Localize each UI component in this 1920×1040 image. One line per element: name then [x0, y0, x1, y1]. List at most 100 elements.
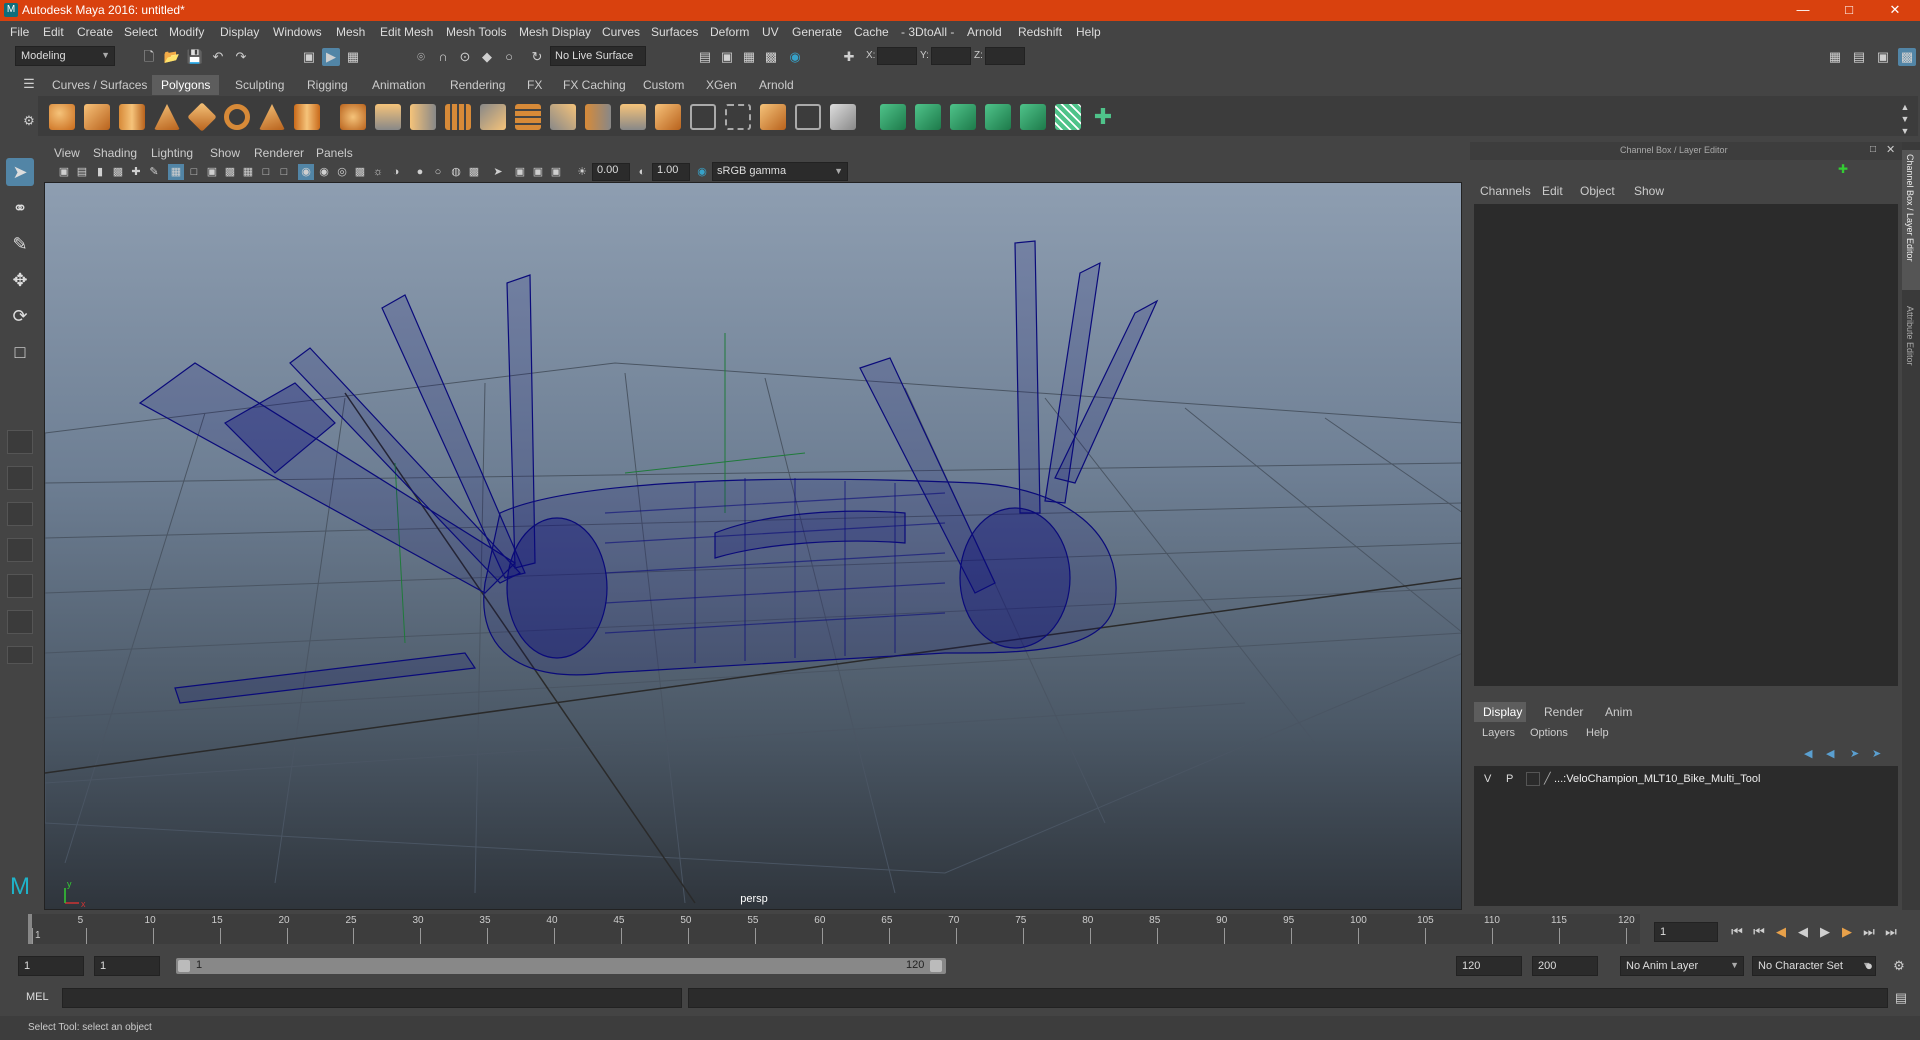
ipr-render-icon[interactable]: ▦ — [740, 48, 758, 66]
auto-key-icon[interactable]: ● — [1860, 957, 1878, 975]
tab-xgen[interactable]: XGen — [697, 75, 746, 95]
uv-unfold-icon[interactable] — [1020, 104, 1046, 130]
menu-modify[interactable]: Modify — [169, 25, 204, 39]
viewport-menu-shading[interactable]: Shading — [93, 146, 137, 160]
gamma-field[interactable]: 1.00 — [652, 163, 690, 181]
tab-curves-surfaces[interactable]: Curves / Surfaces — [43, 75, 156, 95]
layer-color-swatch[interactable] — [1526, 772, 1540, 786]
range-slider[interactable]: 1 120 — [176, 958, 946, 974]
combine-icon[interactable] — [340, 104, 366, 130]
modeling-toolkit-icon[interactable]: ▦ — [1826, 48, 1844, 66]
tab-custom[interactable]: Custom — [634, 75, 693, 95]
collapse-icon[interactable] — [795, 104, 821, 130]
poly-torus-icon[interactable] — [224, 104, 250, 130]
shelf-options-icon[interactable]: ⚙ — [20, 112, 38, 130]
bookmark-icon[interactable]: ▮ — [92, 164, 108, 180]
snap-grid-icon[interactable]: ⌾ — [412, 48, 430, 66]
fill-hole-icon[interactable] — [690, 104, 716, 130]
boolean-icon[interactable] — [445, 104, 471, 130]
shadows-icon[interactable]: ◑ — [388, 164, 404, 180]
go-to-start-icon[interactable]: ⏮ — [1728, 923, 1746, 941]
snap-live-icon[interactable]: ○ — [500, 48, 518, 66]
shelf-menu-icon[interactable]: ☰ — [20, 75, 38, 93]
graph-editor-layout-icon[interactable] — [7, 574, 33, 598]
field-chart-icon[interactable]: ▦ — [240, 164, 256, 180]
show-menu[interactable]: Show — [1634, 184, 1664, 198]
channel-list[interactable] — [1474, 204, 1898, 686]
command-language-label[interactable]: MEL — [26, 991, 49, 1003]
animation-end-field[interactable]: 200 — [1532, 956, 1598, 976]
uv-cylindrical-icon[interactable] — [915, 104, 941, 130]
menu-generate[interactable]: Generate — [792, 25, 842, 39]
layer-visibility-toggle[interactable]: V — [1484, 773, 1491, 785]
single-view-layout-icon[interactable] — [7, 430, 33, 454]
gamma-icon[interactable]: ◐ — [634, 164, 650, 180]
poly-cylinder-icon[interactable] — [119, 104, 145, 130]
z-field[interactable] — [985, 47, 1025, 65]
viewport-menu-renderer[interactable]: Renderer — [254, 146, 304, 160]
tab-fx[interactable]: FX — [518, 75, 551, 95]
lasso-tool-icon[interactable]: ⚭ — [6, 194, 34, 222]
menu-file[interactable]: File — [10, 25, 29, 39]
gate-mask-icon[interactable]: ▩ — [222, 164, 238, 180]
grease-pencil-icon[interactable]: ✎ — [146, 164, 162, 180]
scale-tool-icon[interactable]: □ — [6, 338, 34, 366]
hypershade-icon[interactable]: ◉ — [786, 48, 804, 66]
character-set-dropdown[interactable]: No Character Set ▼ — [1752, 956, 1876, 976]
y-field[interactable] — [931, 47, 971, 65]
layer-name[interactable]: ...:VeloChampion_MLT10_Bike_Multi_Tool — [1554, 773, 1760, 785]
x-field[interactable] — [877, 47, 917, 65]
layer-row[interactable]: V P ╱ ...:VeloChampion_MLT10_Bike_Multi_… — [1474, 770, 1898, 788]
snap-curve-icon[interactable]: ∩ — [434, 48, 452, 66]
attribute-editor-icon[interactable]: ▤ — [1850, 48, 1868, 66]
menu-edit-mesh[interactable]: Edit Mesh — [380, 25, 433, 39]
menu-windows[interactable]: Windows — [273, 25, 322, 39]
viewport-menu-lighting[interactable]: Lighting — [151, 146, 193, 160]
color-management-icon[interactable]: ◉ — [694, 164, 710, 180]
side-tab-attribute-editor[interactable]: Attribute Editor — [1902, 302, 1920, 402]
menu-cache[interactable]: Cache — [854, 25, 889, 39]
tab-anim[interactable]: Anim — [1605, 705, 1632, 719]
range-end-handle[interactable] — [930, 960, 942, 972]
shelf-scroll-down-icon[interactable]: ▼ — [1896, 122, 1914, 140]
go-to-end-icon[interactable]: ⏭ — [1882, 923, 1900, 941]
render-settings-icon[interactable]: ▩ — [762, 48, 780, 66]
viewport-menu-show[interactable]: Show — [210, 146, 240, 160]
two-view-layout-icon[interactable] — [7, 502, 33, 526]
paint-select-icon[interactable]: ✎ — [6, 230, 34, 258]
tab-display[interactable]: Display — [1474, 702, 1526, 722]
rotate-tool-icon[interactable]: ⟳ — [6, 302, 34, 330]
hypershade-layout-icon[interactable] — [7, 610, 33, 634]
isolate-select-icon[interactable]: ➤ — [490, 164, 506, 180]
multi-cut-icon[interactable] — [550, 104, 576, 130]
channel-box-icon[interactable]: ▩ — [1898, 48, 1916, 66]
tool-settings-icon[interactable]: ▣ — [1874, 48, 1892, 66]
poly-sphere-icon[interactable] — [49, 104, 75, 130]
smooth-shade-icon[interactable]: ◉ — [316, 164, 332, 180]
maximize-button[interactable]: □ — [1826, 0, 1872, 21]
play-backward-icon[interactable]: ◀ — [1794, 923, 1812, 941]
exposure-icon[interactable]: ☀ — [574, 164, 590, 180]
select-tool-icon[interactable]: ➤ — [6, 158, 34, 186]
offset-edge-loop-icon[interactable] — [620, 104, 646, 130]
layer-playback-toggle[interactable]: P — [1506, 773, 1513, 785]
channels-menu[interactable]: Channels — [1480, 184, 1531, 198]
uv-editor-icon[interactable]: ✚ — [1090, 104, 1116, 130]
new-layer-selected-icon[interactable]: ➤ — [1872, 747, 1881, 760]
animation-preferences-icon[interactable]: ⚙ — [1890, 957, 1908, 975]
wireframe-on-shaded-icon[interactable]: ◎ — [334, 164, 350, 180]
edit-menu[interactable]: Edit — [1542, 184, 1563, 198]
tab-render[interactable]: Render — [1544, 705, 1583, 719]
menu-edit[interactable]: Edit — [43, 25, 64, 39]
float-panel-icon[interactable]: □ — [1870, 144, 1876, 155]
motion-blur-icon[interactable]: ○ — [430, 164, 446, 180]
close-button[interactable]: ✕ — [1872, 0, 1918, 21]
render-view-icon[interactable]: ▤ — [696, 48, 714, 66]
menu-redshift[interactable]: Redshift — [1018, 25, 1062, 39]
menu-surfaces[interactable]: Surfaces — [651, 25, 698, 39]
anti-aliasing-icon[interactable]: ◍ — [448, 164, 464, 180]
exposure-field[interactable]: 0.00 — [592, 163, 630, 181]
open-scene-icon[interactable]: 📂 — [163, 48, 181, 66]
menu-select[interactable]: Select — [124, 25, 157, 39]
current-frame-field[interactable]: 1 — [1654, 922, 1718, 942]
